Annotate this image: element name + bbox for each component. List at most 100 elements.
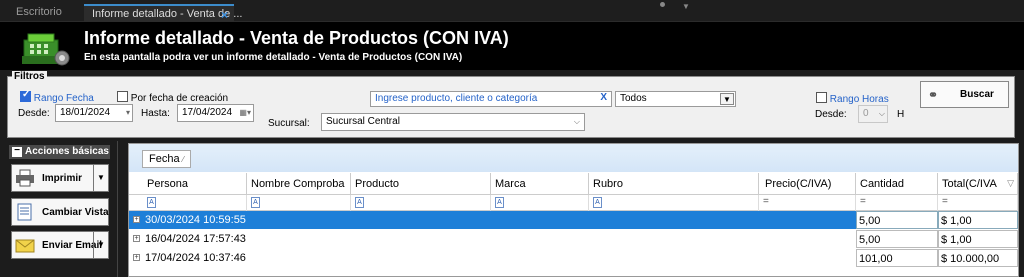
filter-cell[interactable]: A — [491, 195, 589, 211]
filter-icon[interactable]: ▽ — [1007, 178, 1014, 189]
filters-legend: Filtros — [12, 71, 47, 82]
horas-desde-value: 0 — [863, 108, 869, 119]
todos-select[interactable]: Todos ▼ — [615, 91, 736, 107]
acciones-title: Acciones básicas — [25, 146, 109, 157]
expand-icon[interactable]: + — [133, 216, 140, 223]
filter-cell[interactable]: = — [938, 195, 1018, 211]
filter-cell[interactable]: A — [351, 195, 491, 211]
group-row-fecha: 17/04/2024 10:37:46 — [145, 252, 246, 264]
imprimir-label: Imprimir — [42, 173, 83, 184]
expand-icon[interactable]: + — [133, 254, 140, 261]
horas-h-label: H — [897, 109, 905, 120]
expand-icon[interactable]: + — [133, 235, 140, 242]
group-row-fecha: 30/03/2024 10:59:55 — [145, 214, 246, 226]
cambiar-vista-label: Cambiar Vista — [42, 207, 109, 218]
text-filter-icon[interactable]: A — [147, 197, 156, 208]
sucursal-value: Sucursal Central — [326, 116, 400, 127]
text-filter-icon[interactable]: A — [495, 197, 504, 208]
group-row-cantidad: 5,00 — [856, 230, 938, 248]
group-row[interactable]: + 16/04/2024 17:57:43 5,00 $ 1,00 — [129, 230, 1018, 248]
column-header-nombre-comprobante[interactable]: Nombre Comproba — [247, 173, 351, 195]
checkbox-icon[interactable] — [816, 92, 827, 103]
group-row-total: $ 1,00 — [938, 230, 1018, 248]
rango-fecha-label: Rango Fecha — [33, 93, 94, 104]
collapse-icon[interactable]: − — [12, 146, 22, 157]
filter-cell[interactable]: A — [143, 195, 247, 211]
text-filter-icon[interactable]: A — [251, 197, 260, 208]
tab-escritorio[interactable]: Escritorio — [8, 4, 70, 22]
equals-filter-icon[interactable]: = — [860, 196, 866, 207]
cash-register-icon — [20, 26, 72, 68]
chevron-down-icon[interactable]: ⌵ — [574, 117, 580, 127]
equals-filter-icon[interactable]: = — [942, 196, 948, 207]
group-row[interactable]: + 30/03/2024 10:59:55 5,00 $ 1,00 — [129, 211, 1018, 229]
group-panel — [129, 144, 1018, 172]
rango-horas-checkbox[interactable]: Rango Horas — [816, 92, 889, 105]
imprimir-button[interactable]: Imprimir ▼ — [11, 164, 109, 192]
checkbox-icon[interactable] — [117, 91, 128, 102]
checkbox-icon[interactable] — [20, 89, 31, 102]
text-filter-icon[interactable]: A — [593, 197, 602, 208]
column-header-producto[interactable]: Producto — [351, 173, 491, 195]
column-header-total-label: Total(C/IVA — [942, 178, 997, 190]
chevron-down-icon[interactable]: ▼ — [93, 232, 108, 258]
clear-icon[interactable]: X — [600, 92, 607, 103]
buscar-button[interactable]: ⚭ Buscar — [920, 81, 1009, 108]
chevron-down-icon[interactable]: ▾ — [126, 108, 130, 117]
group-by-fecha-chip[interactable]: Fecha ⁄ — [142, 150, 191, 168]
equals-filter-icon[interactable]: = — [763, 196, 769, 207]
tab-strip: Escritorio Informe detallado - Venta de … — [0, 0, 1024, 22]
tab-informe[interactable]: Informe detallado - Venta de ... × — [84, 4, 242, 22]
column-header-rubro[interactable]: Rubro — [589, 173, 759, 195]
horas-desde-label: Desde: — [815, 109, 847, 120]
column-headers: Persona Nombre Comproba Producto Marca R… — [129, 173, 1018, 195]
acciones-header[interactable]: − Acciones básicas — [9, 145, 110, 159]
desde-value: 18/01/2024 — [60, 107, 111, 118]
chevron-down-icon[interactable]: ▼ — [720, 93, 734, 105]
rango-horas-label: Rango Horas — [829, 94, 889, 105]
hasta-date-field[interactable]: 17/04/2024 ▦▾ — [177, 104, 254, 122]
filter-cell[interactable]: = — [759, 195, 856, 211]
desde-date-field[interactable]: 18/01/2024 ▾ — [55, 104, 133, 122]
text-filter-icon[interactable]: A — [355, 197, 364, 208]
document-icon — [17, 203, 32, 221]
search-value: Ingrese producto, cliente o categoría — [375, 93, 538, 104]
chevron-down-icon[interactable]: ▼ — [682, 2, 690, 11]
horas-desde-field[interactable]: 0 ⌵ — [858, 105, 888, 123]
email-icon — [15, 239, 35, 253]
column-header-precio[interactable]: Precio(C/IVA) — [759, 173, 856, 195]
search-input[interactable]: Ingrese producto, cliente o categoría X — [370, 91, 612, 107]
column-header-cantidad[interactable]: Cantidad — [856, 173, 938, 195]
rango-fecha-checkbox[interactable]: Rango Fecha — [20, 89, 94, 104]
group-by-label: Fecha — [149, 153, 180, 165]
column-header-total[interactable]: Total(C/IVA ▽ — [938, 173, 1018, 195]
chevron-down-icon[interactable]: ⌵ — [879, 109, 885, 119]
column-header-marca[interactable]: Marca — [491, 173, 589, 195]
sort-icon: ⁄ — [182, 155, 184, 164]
por-fecha-creacion-checkbox[interactable]: Por fecha de creación — [117, 91, 228, 104]
todos-value: Todos — [620, 93, 647, 104]
group-row-total: $ 10.000,00 — [938, 249, 1018, 267]
tab-label: Escritorio — [16, 6, 62, 18]
group-row[interactable]: + 17/04/2024 10:37:46 101,00 $ 10.000,00 — [129, 249, 1018, 267]
group-row-total: $ 1,00 — [938, 211, 1018, 229]
sucursal-select[interactable]: Sucursal Central ⌵ — [321, 113, 585, 131]
page-title: Informe detallado - Venta de Productos (… — [84, 28, 509, 48]
enviar-email-button[interactable]: Enviar Email ▼ — [11, 231, 109, 259]
hasta-value: 17/04/2024 — [182, 107, 233, 118]
hasta-label: Hasta: — [141, 108, 170, 119]
close-icon[interactable]: × — [221, 8, 228, 22]
sucursal-label: Sucursal: — [268, 118, 310, 129]
desde-label: Desde: — [18, 108, 50, 119]
page-subtitle: En esta pantalla podra ver un informe de… — [84, 52, 463, 63]
cambiar-vista-button[interactable]: Cambiar Vista — [11, 198, 109, 226]
calendar-icon[interactable]: ▦▾ — [239, 108, 251, 117]
dot-icon — [660, 2, 665, 7]
chevron-down-icon[interactable]: ▼ — [93, 165, 108, 191]
filter-cell[interactable]: A — [247, 195, 351, 211]
column-header-persona[interactable]: Persona — [143, 173, 247, 195]
group-row-fecha: 16/04/2024 17:57:43 — [145, 233, 246, 245]
filter-cell[interactable]: = — [856, 195, 938, 211]
filter-cell[interactable]: A — [589, 195, 759, 211]
group-row-cantidad: 5,00 — [856, 211, 938, 229]
